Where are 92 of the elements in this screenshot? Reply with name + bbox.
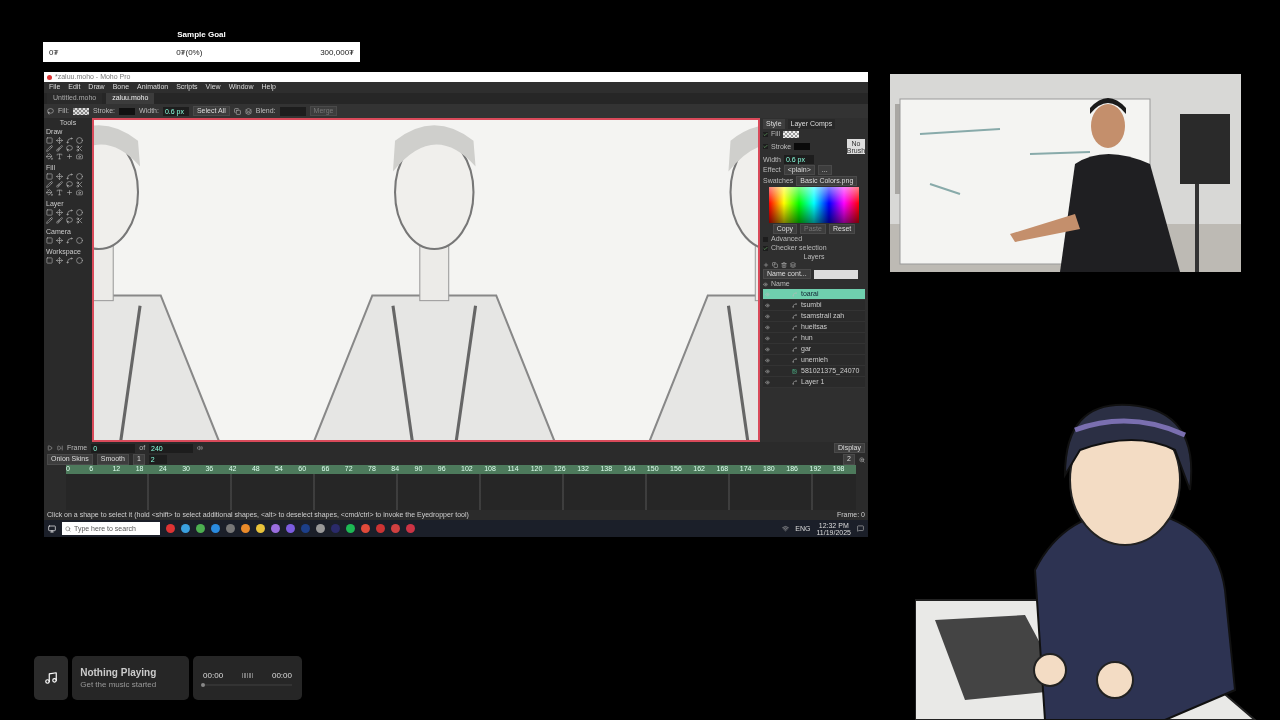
eye-icon [765, 357, 770, 363]
add-icon [763, 262, 769, 269]
tool-icon[interactable] [46, 145, 55, 153]
music-icon [34, 656, 69, 700]
tool-icon[interactable] [46, 153, 55, 161]
eye-icon [765, 335, 770, 341]
stroke-swatch[interactable] [119, 107, 136, 115]
zoom-icon [859, 456, 865, 463]
tool-icon[interactable] [76, 181, 85, 189]
copy-icon [233, 107, 241, 115]
tool-icon[interactable] [66, 145, 75, 153]
fill-swatch[interactable] [782, 130, 799, 138]
vector-icon [792, 291, 797, 297]
tool-icon[interactable] [56, 173, 65, 181]
tool-icon[interactable] [76, 145, 85, 153]
search-icon [65, 525, 71, 532]
tool-icon[interactable] [76, 153, 85, 161]
play-icon [47, 445, 53, 451]
search-field[interactable] [813, 269, 858, 279]
eye-icon [765, 324, 770, 330]
layers-icon [790, 262, 796, 269]
color-palette[interactable] [769, 187, 859, 224]
tool-icon[interactable] [76, 217, 85, 225]
tool-icon[interactable] [66, 237, 75, 245]
image-icon [792, 368, 797, 374]
skip-icon [57, 445, 63, 451]
tool-icon[interactable] [76, 237, 85, 245]
track-subtitle: Get the music started [80, 680, 158, 689]
vector-icon [792, 324, 797, 330]
tool-icon[interactable] [56, 153, 65, 161]
goal-progress: 0₮(0%) [176, 47, 203, 57]
app-icon [47, 74, 52, 80]
tool-icon[interactable] [66, 181, 75, 189]
tool-icon[interactable] [56, 189, 65, 197]
fill-swatch[interactable] [72, 107, 89, 115]
layers-icon [244, 107, 252, 115]
tool-icon[interactable] [76, 257, 85, 265]
tool-icon[interactable] [56, 209, 65, 217]
volume-icon [197, 445, 204, 451]
vector-icon [792, 379, 797, 385]
tool-icon[interactable] [66, 137, 75, 145]
tool-icon[interactable] [46, 137, 55, 145]
tool-icon[interactable] [56, 237, 65, 245]
tool-icon[interactable] [66, 217, 75, 225]
total-time: 00:00 [271, 670, 292, 680]
vector-icon [792, 346, 797, 352]
eye-icon [765, 302, 770, 308]
tool-icon[interactable] [76, 189, 85, 197]
tool-icon[interactable] [46, 257, 55, 265]
eye-icon [765, 313, 770, 319]
vector-icon [792, 302, 797, 308]
vector-icon [792, 335, 797, 341]
waveform-icon [241, 672, 254, 678]
eye-icon [765, 291, 770, 297]
tool-icon[interactable] [46, 189, 55, 197]
tool-icon[interactable] [76, 137, 85, 145]
stroke-swatch[interactable] [794, 143, 811, 151]
goal-target: 300,000₮ [320, 47, 354, 57]
tool-icon[interactable] [46, 209, 55, 217]
tool-icon[interactable] [46, 237, 55, 245]
elapsed-time: 00:00 [203, 670, 224, 680]
goal-title: Sample Goal [177, 30, 226, 39]
tool-icon[interactable] [56, 257, 65, 265]
tool-icon[interactable] [66, 209, 75, 217]
eye-icon [765, 379, 770, 385]
copy-icon [772, 262, 778, 269]
tool-icon[interactable] [76, 209, 85, 217]
tool-icon[interactable] [56, 145, 65, 153]
vector-icon [792, 313, 797, 319]
option-checkbox[interactable] [763, 245, 768, 251]
tool-icon[interactable] [66, 257, 75, 265]
fill-checkbox[interactable] [763, 131, 768, 137]
stroke-checkbox[interactable] [763, 144, 768, 150]
notifications-icon [857, 525, 864, 532]
eye-icon [763, 281, 768, 287]
tool-icon[interactable] [46, 173, 55, 181]
track-title: Nothing Playing [80, 667, 158, 678]
tool-icon[interactable] [56, 137, 65, 145]
tool-icon[interactable] [66, 189, 75, 197]
goal-start: 0₮ [49, 47, 59, 57]
tool-icon[interactable] [46, 181, 55, 189]
tool-icon[interactable] [66, 153, 75, 161]
tool-icon[interactable] [56, 217, 65, 225]
tool-icon[interactable] [66, 173, 75, 181]
eye-icon [765, 346, 770, 352]
tool-icon[interactable] [56, 181, 65, 189]
tool-icon[interactable] [46, 217, 55, 225]
tool-icon[interactable] [76, 173, 85, 181]
vector-icon [792, 357, 797, 363]
eye-icon [765, 368, 770, 374]
wifi-icon [782, 525, 790, 532]
trash-icon [781, 262, 787, 269]
